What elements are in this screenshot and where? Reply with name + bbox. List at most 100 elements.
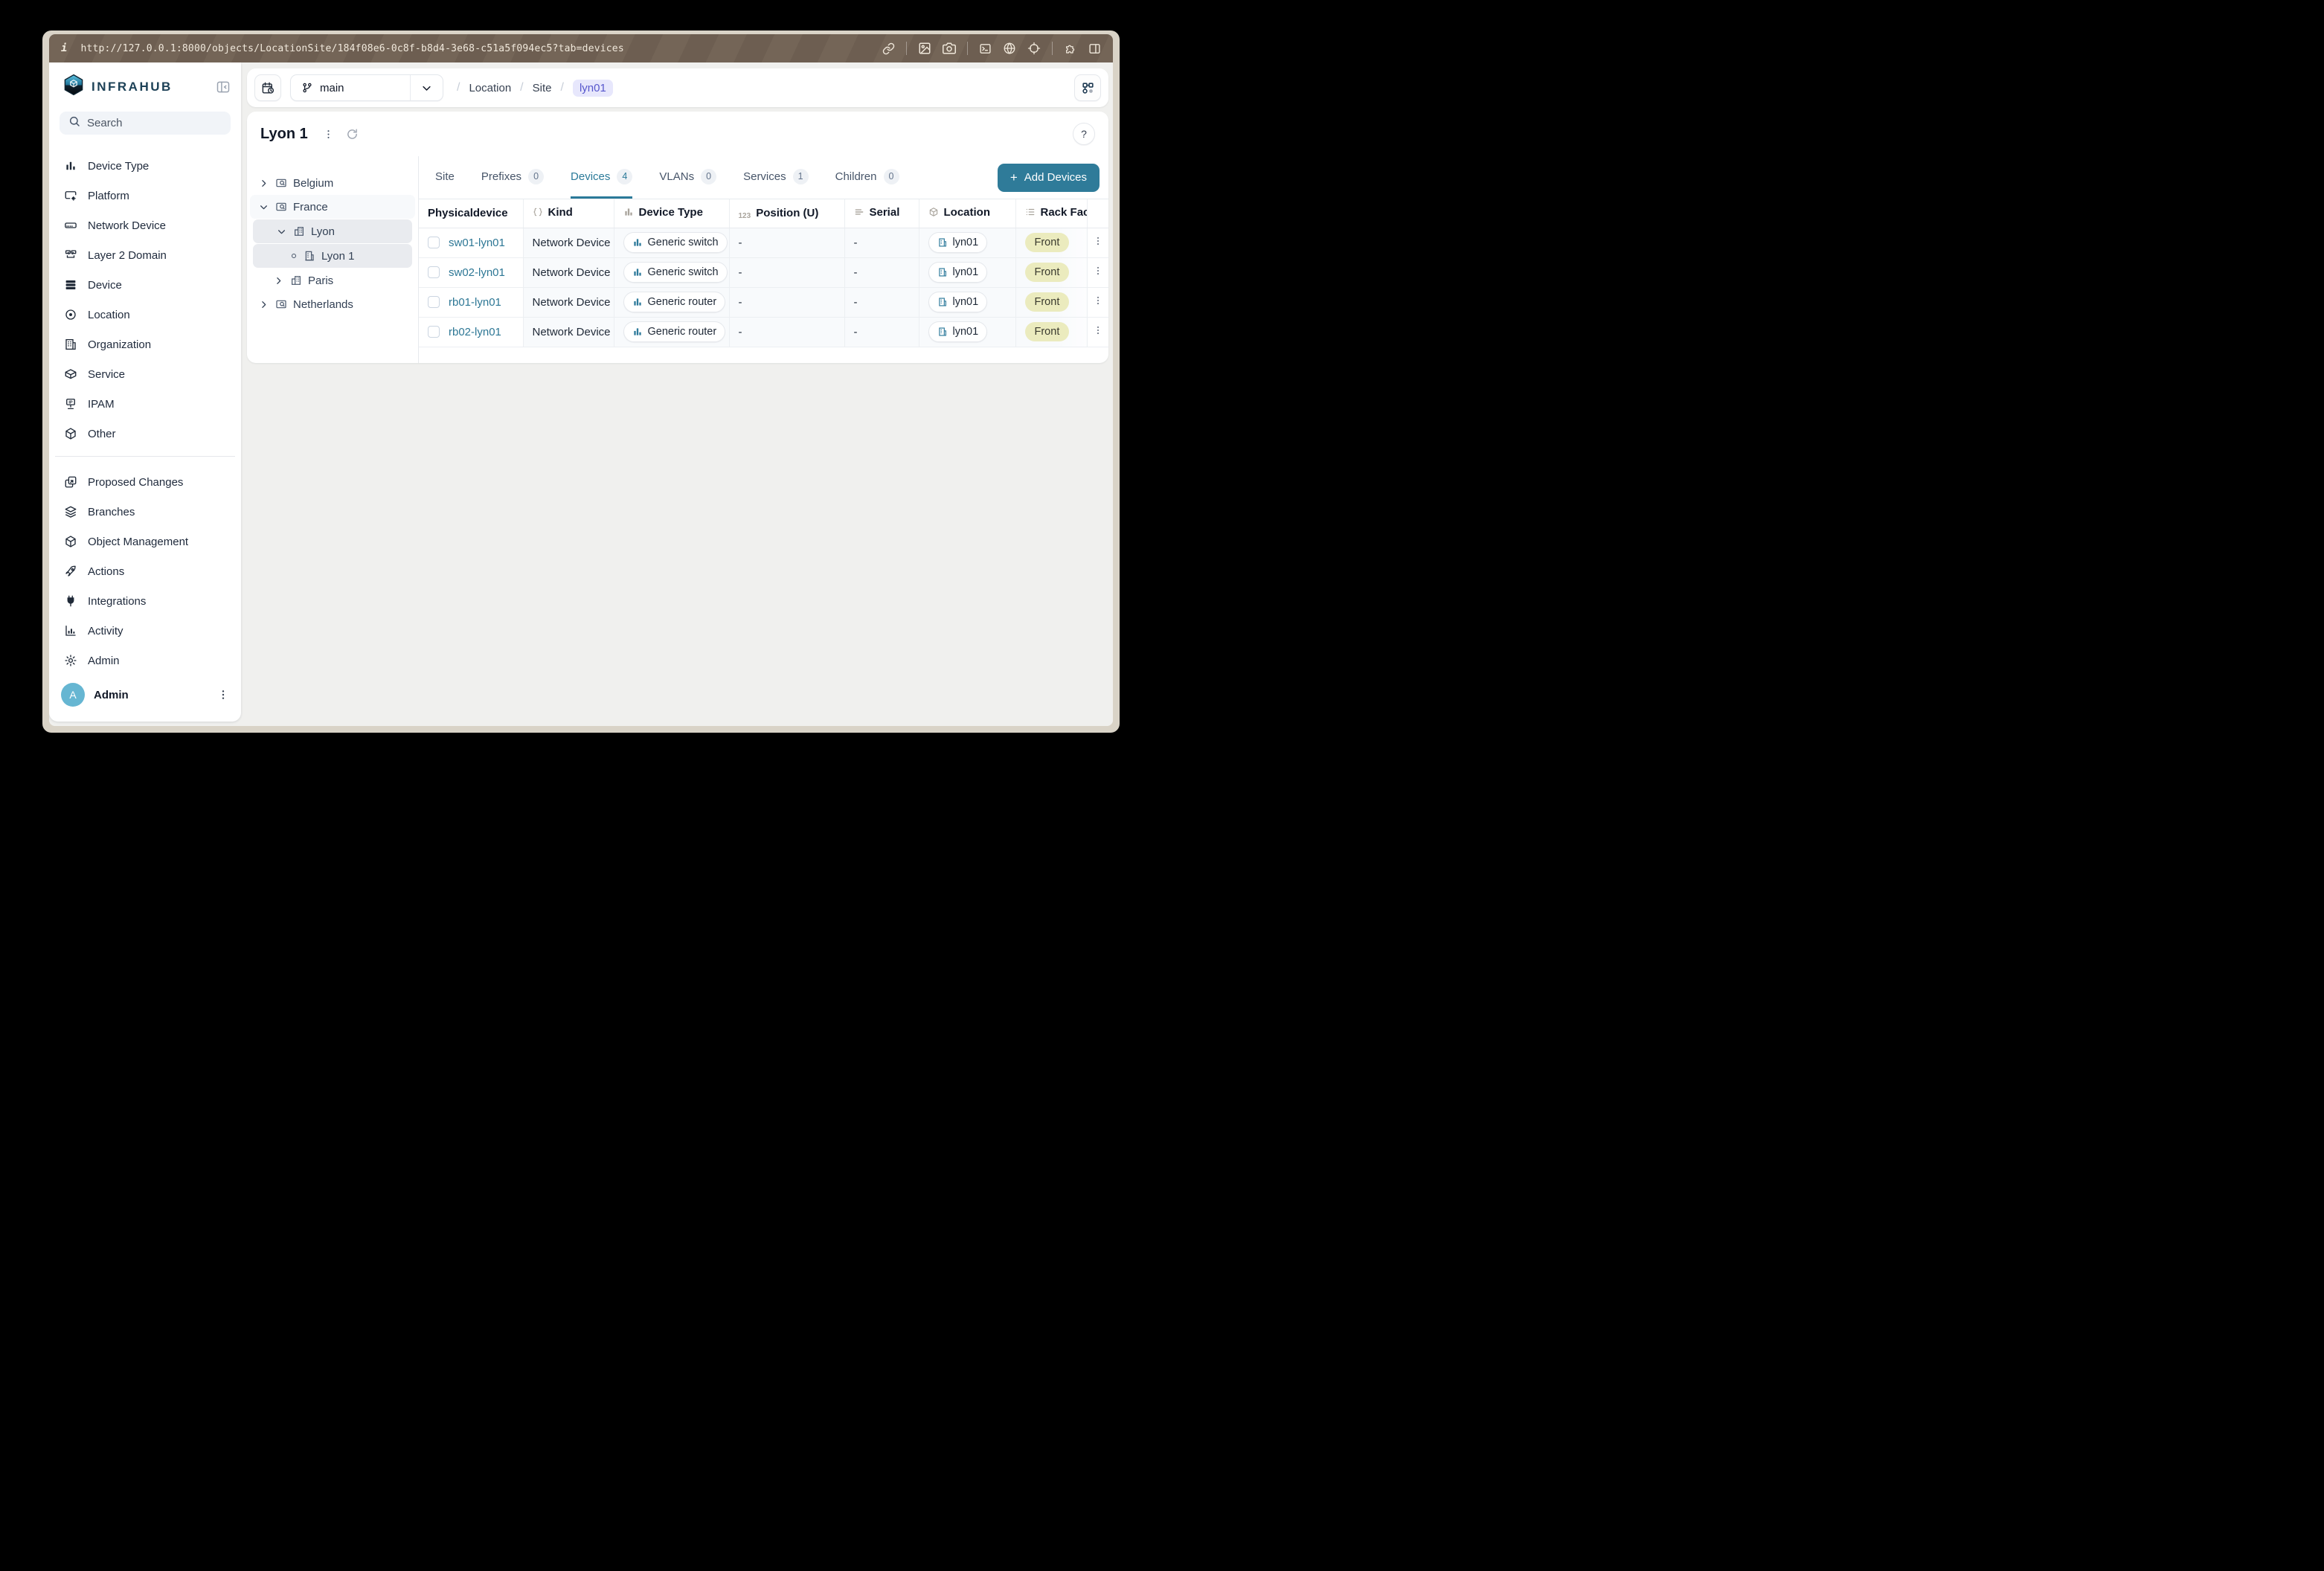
- user-menu[interactable]: A Admin: [49, 675, 241, 722]
- row-kebab-menu-icon[interactable]: [1093, 295, 1103, 306]
- branch-selector[interactable]: main: [290, 74, 443, 101]
- page-title: Lyon 1: [260, 126, 308, 143]
- sidebar-item-location[interactable]: Location: [57, 300, 234, 330]
- time-travel-button[interactable]: [254, 74, 281, 101]
- chevron-right-icon: [274, 276, 284, 286]
- city-icon: [293, 225, 305, 237]
- tab-prefixes[interactable]: Prefixes0: [481, 156, 544, 199]
- camera-icon[interactable]: [943, 42, 956, 55]
- sidebar-item-device-type[interactable]: Device Type: [57, 151, 234, 181]
- bar-chart-icon: [632, 267, 643, 277]
- copy-arrow-icon: [64, 475, 77, 489]
- object-detail-card: Lyon 1 ? Belgium: [247, 112, 1108, 363]
- location-pill: lyn01: [928, 321, 988, 342]
- main-area: main / Location / Site / lyn01: [247, 68, 1108, 726]
- toolbar-separator: [967, 42, 968, 55]
- row-kebab-menu-icon[interactable]: [1093, 325, 1103, 335]
- sidebar-item-ipam[interactable]: IPIPAM: [57, 389, 234, 419]
- row-checkbox[interactable]: [428, 237, 440, 248]
- breadcrumb: / Location / Site / lyn01: [457, 80, 613, 97]
- tree-item-belgium[interactable]: Belgium: [250, 171, 415, 195]
- breadcrumb-item-location[interactable]: Location: [469, 82, 511, 94]
- tab-count-badge: 0: [528, 169, 544, 184]
- site-building-icon: [937, 297, 948, 307]
- sidebar-item-integrations[interactable]: Integrations: [57, 586, 234, 616]
- sidebar-item-actions[interactable]: Actions: [57, 556, 234, 586]
- sidebar-item-service[interactable]: Service: [57, 359, 234, 389]
- tab-services[interactable]: Services1: [743, 156, 809, 199]
- row-kebab-menu-icon[interactable]: [1093, 266, 1103, 276]
- table-row: sw01-lyn01 Network Device Generic switch…: [419, 228, 1108, 257]
- device-link[interactable]: sw01-lyn01: [449, 237, 505, 249]
- device-link[interactable]: rb02-lyn01: [449, 326, 501, 338]
- split-view-icon[interactable]: [1088, 42, 1101, 55]
- sidebar-item-platform[interactable]: Platform: [57, 181, 234, 211]
- search-input[interactable]: [87, 117, 235, 129]
- breadcrumb-item-site[interactable]: Site: [533, 82, 552, 94]
- tab-count-badge: 1: [793, 169, 809, 184]
- sidebar-item-network-device[interactable]: Network Device: [57, 211, 234, 240]
- devices-table: Physicaldevice Kind Device Type 123Posit…: [419, 199, 1108, 347]
- sidebar-collapse-icon[interactable]: [216, 80, 231, 94]
- tree-item-netherlands[interactable]: Netherlands: [250, 292, 415, 316]
- browser-titlebar: i http://127.0.0.1:8000/objects/Location…: [49, 34, 1113, 62]
- sidebar-item-layer2-domain[interactable]: Layer 2 Domain: [57, 240, 234, 270]
- location-tree: Belgium France Lyon: [247, 156, 419, 363]
- row-checkbox[interactable]: [428, 266, 440, 278]
- tree-item-lyon[interactable]: Lyon: [253, 219, 412, 243]
- sidebar-item-object-management[interactable]: Object Management: [57, 527, 234, 556]
- link-icon[interactable]: [882, 42, 895, 55]
- terminal-icon[interactable]: [979, 42, 992, 55]
- device-type-pill: Generic switch: [623, 262, 728, 283]
- help-button[interactable]: ?: [1073, 123, 1095, 145]
- sidebar-item-label: Service: [88, 368, 125, 381]
- sidebar-item-organization[interactable]: Organization: [57, 330, 234, 359]
- globe-icon[interactable]: [1003, 42, 1016, 55]
- tab-site[interactable]: Site: [435, 156, 455, 199]
- tree-item-france[interactable]: France: [250, 195, 415, 219]
- tab-count-badge: 4: [617, 169, 632, 184]
- sidebar-nav-secondary: Proposed Changes Branches Object Managem…: [49, 461, 241, 675]
- row-checkbox[interactable]: [428, 326, 440, 338]
- bar-chart-icon: [623, 207, 634, 220]
- country-map-icon: [275, 298, 287, 310]
- row-checkbox[interactable]: [428, 296, 440, 308]
- search-input-box[interactable]: ⌘K: [60, 112, 231, 135]
- sidebar-item-device[interactable]: Device: [57, 270, 234, 300]
- refresh-icon[interactable]: [342, 123, 363, 144]
- device-link[interactable]: rb01-lyn01: [449, 296, 501, 309]
- sidebar-item-label: Other: [88, 428, 116, 440]
- col-position: 123Position (U): [729, 199, 844, 228]
- sidebar-divider: [55, 456, 235, 457]
- row-kebab-menu-icon[interactable]: [1093, 236, 1103, 246]
- sidebar-item-proposed-changes[interactable]: Proposed Changes: [57, 467, 234, 497]
- sidebar-item-branches[interactable]: Branches: [57, 497, 234, 527]
- kebab-menu-icon[interactable]: [217, 689, 229, 701]
- crosshair-icon[interactable]: [1027, 42, 1041, 55]
- breadcrumb-current[interactable]: lyn01: [573, 80, 613, 97]
- chevron-down-icon[interactable]: [410, 75, 443, 100]
- ipam-icon: IP: [64, 397, 77, 411]
- add-devices-button[interactable]: +Add Devices: [998, 164, 1100, 192]
- bar-chart-icon: [632, 327, 643, 337]
- sidebar-item-label: Activity: [88, 625, 123, 637]
- sidebar-item-other[interactable]: Other: [57, 419, 234, 449]
- toolbar-separator: [906, 42, 907, 55]
- layers-icon: [64, 505, 77, 518]
- sidebar-item-admin[interactable]: Admin: [57, 646, 234, 675]
- image-icon[interactable]: [918, 42, 931, 55]
- puzzle-icon[interactable]: [1064, 42, 1077, 55]
- sidebar-item-activity[interactable]: Activity: [57, 616, 234, 646]
- schema-visualizer-button[interactable]: [1074, 74, 1101, 101]
- gear-icon: [64, 654, 77, 667]
- tab-vlans[interactable]: VLANs0: [659, 156, 716, 199]
- tab-children[interactable]: Children0: [835, 156, 899, 199]
- braces-icon: [533, 207, 543, 220]
- activity-chart-icon: [64, 624, 77, 637]
- cell-serial: -: [844, 317, 919, 347]
- tree-item-paris[interactable]: Paris: [250, 269, 415, 292]
- tree-item-lyon-1[interactable]: Lyon 1: [253, 244, 412, 268]
- object-kebab-menu-icon[interactable]: [318, 123, 339, 144]
- tab-devices[interactable]: Devices4: [571, 156, 632, 199]
- device-link[interactable]: sw02-lyn01: [449, 266, 505, 279]
